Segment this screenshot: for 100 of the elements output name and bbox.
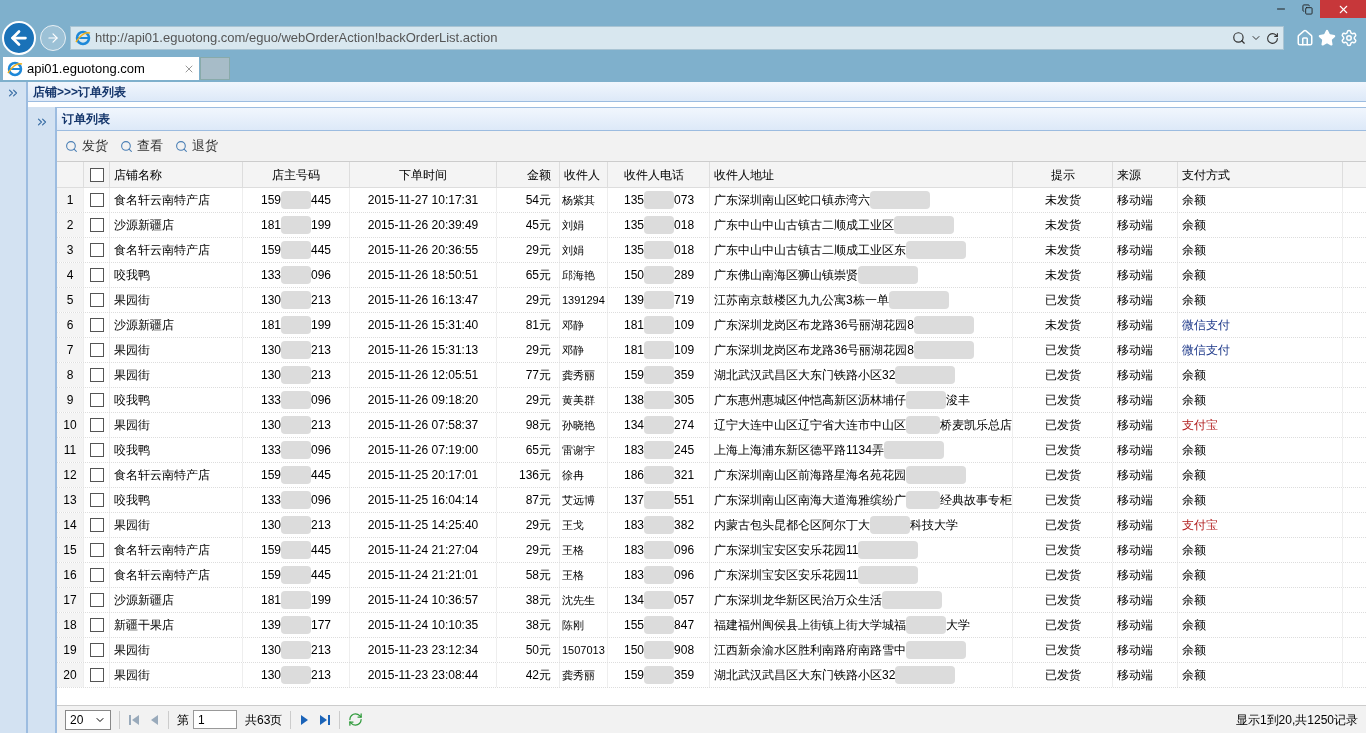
blurred-redaction [281, 591, 311, 609]
table-cell-text: 159 [260, 467, 281, 484]
page-size-select[interactable]: 20 [65, 709, 111, 730]
table-cell-text: 广东深圳南山区蛇口镇赤湾六 [714, 192, 870, 209]
table-cell-text: 29元 [525, 542, 551, 559]
table-cell-text: 183 [624, 517, 645, 534]
table-cell-text: 邓静 [561, 342, 584, 358]
search-icon[interactable] [1232, 31, 1246, 45]
blurred-redaction [644, 541, 675, 559]
checkbox[interactable] [89, 318, 104, 332]
table-cell-text: 余额 [1182, 542, 1206, 559]
blurred-redaction [644, 616, 675, 634]
table-cell-text: 133 [260, 442, 281, 459]
table-cell-text: 45元 [525, 217, 551, 234]
blurred-redaction [888, 291, 949, 309]
table-cell-text: 湖北武汉武昌区大东门铁路小区32 [714, 667, 896, 684]
table-cell-text: 2015-11-26 20:36:55 [367, 242, 479, 259]
blurred-redaction [858, 541, 919, 559]
checkbox[interactable] [89, 268, 104, 282]
column-header[interactable]: 提示 [1013, 165, 1112, 184]
checkbox[interactable] [89, 618, 104, 632]
blurred-redaction [281, 466, 311, 484]
table-cell-text: 199 [311, 217, 332, 234]
blurred-redaction [644, 316, 675, 334]
checkbox[interactable] [89, 243, 104, 257]
checkbox[interactable] [89, 293, 104, 307]
table-cell-text: 137 [624, 492, 645, 509]
address-bar[interactable]: http://api01.eguotong.com/eguo/webOrderAction!backOrderList.action [70, 26, 1284, 50]
table-cell-text: 2015-11-26 09:18:20 [367, 392, 479, 409]
table-cell-text: 移动端 [1117, 592, 1153, 609]
table-cell-text: 移动端 [1117, 192, 1153, 209]
column-header[interactable]: 支付方式 [1178, 165, 1342, 184]
table-cell-text: 广东中山中山古镇古二顺成工业区 [714, 217, 894, 234]
table-cell-text: 广东中山中山古镇古二顺成工业区东 [714, 242, 906, 259]
column-header[interactable]: 收件人电话 [608, 165, 709, 184]
checkbox[interactable] [89, 543, 104, 557]
table-cell-text: 139 [624, 292, 645, 309]
table-cell-text: 213 [311, 642, 332, 659]
column-header[interactable]: 店铺名称 [110, 165, 242, 184]
column-header[interactable]: 金额 [497, 165, 559, 184]
magnifier-icon [175, 139, 188, 153]
table-cell-text: 移动端 [1117, 417, 1153, 434]
refresh-icon[interactable] [1266, 31, 1279, 45]
browser-tab[interactable]: api01.eguotong.com [3, 57, 199, 80]
row-number: 9 [66, 392, 74, 409]
last-page-icon[interactable] [319, 713, 332, 726]
total-pages: 共63页 [245, 711, 283, 729]
checkbox[interactable] [89, 493, 104, 507]
checkbox[interactable] [89, 668, 104, 682]
blurred-redaction [281, 416, 311, 434]
toolbar-button[interactable]: 发货 [65, 136, 108, 156]
table-cell-text: 沙源新疆店 [113, 592, 174, 609]
table-cell-text: 445 [311, 542, 332, 559]
checkbox[interactable] [89, 167, 104, 182]
checkbox[interactable] [89, 518, 104, 532]
column-header[interactable]: 收件人地址 [710, 165, 1012, 184]
checkbox[interactable] [89, 418, 104, 432]
checkbox[interactable] [89, 593, 104, 607]
table-cell-text: 已发货 [1044, 592, 1081, 609]
page-label: 第 [177, 711, 189, 729]
table-cell-text: 908 [674, 642, 695, 659]
blurred-redaction [281, 266, 311, 284]
toolbar-button[interactable]: 退货 [175, 136, 218, 156]
blurred-redaction [906, 241, 966, 259]
table-cell-text: 321 [674, 467, 695, 484]
column-header[interactable]: 下单时间 [350, 165, 496, 184]
checkbox[interactable] [89, 368, 104, 382]
toolbar-button[interactable]: 查看 [120, 136, 163, 156]
blurred-redaction [644, 591, 675, 609]
blurred-redaction [883, 441, 944, 459]
checkbox[interactable] [89, 643, 104, 657]
page-input[interactable]: 1 [193, 710, 237, 729]
checkbox[interactable] [89, 568, 104, 582]
column-header[interactable]: 店主号码 [243, 165, 349, 184]
column-header[interactable]: 来源 [1113, 165, 1177, 184]
blurred-redaction [281, 491, 311, 509]
table-cell-text: 新疆干果店 [113, 617, 174, 634]
table-cell-text: 邱海艳 [561, 267, 595, 283]
restore-icon [1301, 3, 1313, 15]
table-cell-text: 王格 [561, 542, 584, 558]
checkbox[interactable] [89, 343, 104, 357]
checkbox[interactable] [89, 193, 104, 207]
table-cell-text: 已发货 [1044, 667, 1081, 684]
table-cell-text: 183 [624, 442, 645, 459]
blurred-redaction [644, 266, 675, 284]
back-button[interactable] [2, 21, 36, 55]
table-cell-text: 果园街 [113, 367, 150, 384]
checkbox[interactable] [89, 443, 104, 457]
column-header[interactable]: 收件人 [560, 165, 607, 184]
blurred-redaction [894, 216, 954, 234]
checkbox[interactable] [89, 393, 104, 407]
checkbox[interactable] [89, 218, 104, 232]
table-cell-text: 已发货 [1044, 417, 1081, 434]
table-cell-text: 已发货 [1044, 467, 1081, 484]
tab-title: api01.eguotong.com [27, 59, 146, 78]
table-cell-text: 2015-11-27 10:17:31 [367, 192, 479, 209]
checkbox[interactable] [89, 468, 104, 482]
expand-icon[interactable] [6, 86, 20, 100]
table-cell-text: 刘娟 [561, 217, 584, 233]
table-cell-text: 181 [260, 217, 281, 234]
